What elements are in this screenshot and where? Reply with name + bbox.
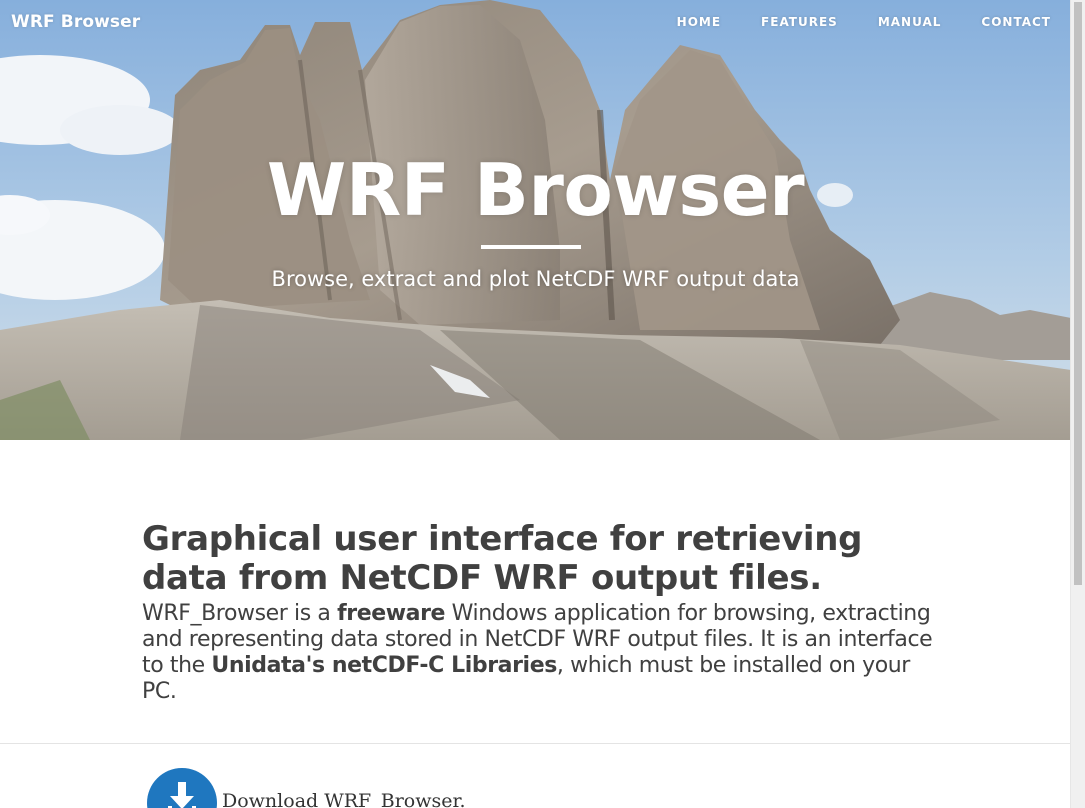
hero-title: WRF Browser bbox=[266, 148, 805, 232]
download-arrow-icon bbox=[168, 782, 196, 808]
nav-link-manual[interactable]: MANUAL bbox=[858, 15, 962, 29]
download-label: Download WRF_Browser. bbox=[222, 790, 466, 808]
section-divider bbox=[0, 743, 1071, 744]
intro-bold-netcdf-libraries: Unidata's netCDF-C Libraries bbox=[211, 653, 557, 678]
main-nav: HOME FEATURES MANUAL CONTACT bbox=[657, 15, 1051, 29]
scrollbar-thumb[interactable] bbox=[1074, 2, 1082, 585]
nav-link-home[interactable]: HOME bbox=[657, 15, 741, 29]
intro-text-1: WRF_Browser is a bbox=[142, 601, 338, 626]
intro-paragraph: WRF_Browser is a freeware Windows applic… bbox=[142, 601, 942, 705]
hero-header: WRF Browser HOME FEATURES MANUAL CONTACT… bbox=[0, 0, 1071, 440]
intro-bold-freeware: freeware bbox=[337, 601, 446, 626]
download-circle bbox=[147, 768, 217, 808]
hero-subtitle: Browse, extract and plot NetCDF WRF outp… bbox=[271, 267, 800, 291]
nav-link-contact[interactable]: CONTACT bbox=[961, 15, 1051, 29]
brand-link[interactable]: WRF Browser bbox=[11, 12, 140, 32]
vertical-scrollbar[interactable] bbox=[1070, 0, 1085, 808]
intro-section: Graphical user interface for retrieving … bbox=[142, 520, 942, 705]
page: WRF Browser HOME FEATURES MANUAL CONTACT… bbox=[0, 0, 1085, 808]
nav-link-features[interactable]: FEATURES bbox=[741, 15, 858, 29]
hero-divider bbox=[481, 245, 581, 249]
download-link[interactable]: Download WRF_Browser. bbox=[147, 768, 466, 808]
intro-heading: Graphical user interface for retrieving … bbox=[142, 519, 863, 598]
